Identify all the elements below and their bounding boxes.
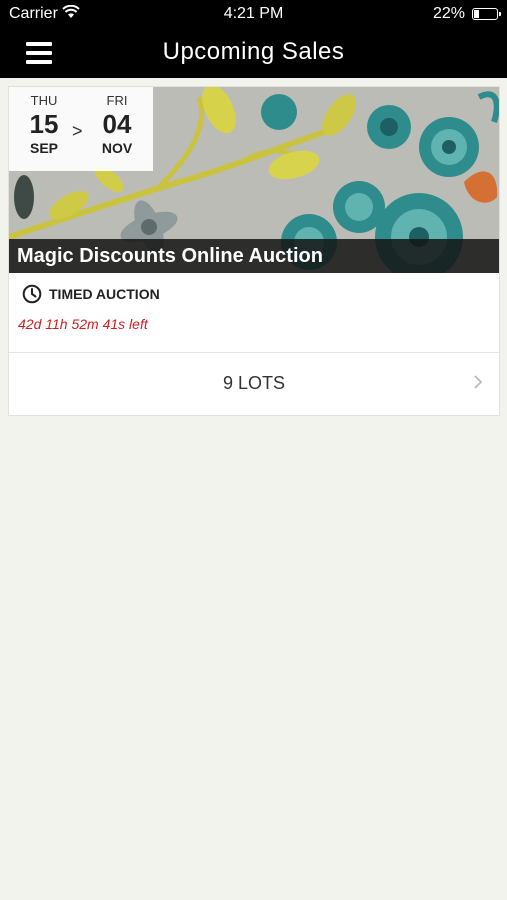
sale-card[interactable]: THU 15 SEP > FRI 04 NOV Magic Discounts … xyxy=(8,86,500,416)
sale-type-label: TIMED AUCTION xyxy=(49,286,160,302)
battery-percentage: 22% xyxy=(432,5,465,22)
lots-count: 9 LOTS xyxy=(222,373,286,393)
sale-title[interactable]: Magic Discounts Online Auction xyxy=(9,239,499,273)
chevron-right-icon xyxy=(474,375,483,389)
end-date: FRI 04 NOV xyxy=(89,93,145,156)
start-date: THU 15 SEP xyxy=(16,93,72,156)
clock-icon xyxy=(22,284,42,304)
status-bar: Carrier 4:21 PM 22% xyxy=(0,0,507,28)
start-month: SEP xyxy=(29,140,58,156)
clock-time: 4:21 PM xyxy=(223,5,284,22)
sale-date-range: THU 15 SEP > FRI 04 NOV xyxy=(9,87,153,171)
page-title: Upcoming Sales xyxy=(162,38,345,65)
sale-info: TIMED AUCTION 42d 11h 52m 41s left xyxy=(9,273,499,353)
battery-level xyxy=(474,10,479,18)
navigation-bar: Upcoming Sales xyxy=(0,28,507,78)
battery-icon xyxy=(472,8,501,20)
end-weekday: FRI xyxy=(106,93,128,108)
end-day: 04 xyxy=(102,109,132,139)
start-weekday: THU xyxy=(30,93,58,108)
view-lots-button[interactable]: 9 LOTS xyxy=(9,353,499,415)
start-day: 15 xyxy=(29,109,59,139)
countdown-timer: 42d 11h 52m 41s left xyxy=(18,316,148,332)
sale-banner-image[interactable]: THU 15 SEP > FRI 04 NOV Magic Discounts … xyxy=(9,87,499,273)
end-month: NOV xyxy=(101,140,133,156)
date-separator: > xyxy=(72,121,83,141)
